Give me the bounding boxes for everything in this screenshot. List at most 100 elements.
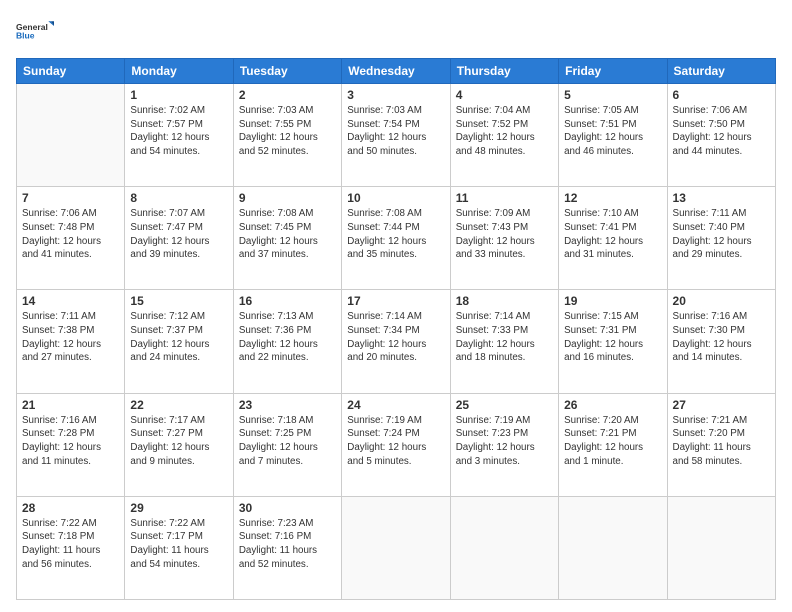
calendar-cell: 24Sunrise: 7:19 AMSunset: 7:24 PMDayligh… (342, 393, 450, 496)
calendar-header-row: SundayMondayTuesdayWednesdayThursdayFrid… (17, 59, 776, 84)
day-number: 14 (22, 294, 119, 308)
day-info: Sunrise: 7:02 AMSunset: 7:57 PMDaylight:… (130, 104, 227, 159)
day-info: Sunrise: 7:08 AMSunset: 7:44 PMDaylight:… (347, 207, 444, 262)
day-number: 8 (130, 191, 227, 205)
day-number: 26 (564, 398, 661, 412)
header-thursday: Thursday (450, 59, 558, 84)
calendar-cell: 29 Sunrise: 7:22 AMSunset: 7:17 PMDayligh… (125, 496, 233, 599)
calendar-cell: 25 Sunrise: 7:19 AMSunset: 7:23 PMDayligh… (450, 393, 558, 496)
header-friday: Friday (559, 59, 667, 84)
day-info: Sunrise: 7:12 AMSunset: 7:37 PMDaylight:… (130, 310, 227, 365)
calendar-cell: 18Sunrise: 7:14 AMSunset: 7:33 PMDayligh… (450, 290, 558, 393)
logo-svg: General Blue (16, 12, 54, 50)
day-info: Sunrise: 7:21 AMSunset: 7:20 PMDaylight:… (673, 414, 770, 469)
day-number: 1 (130, 88, 227, 102)
day-info: Sunrise: 7:08 AMSunset: 7:45 PMDaylight:… (239, 207, 336, 262)
day-info: Sunrise: 7:20 AMSunset: 7:21 PMDaylight:… (564, 414, 661, 469)
header-monday: Monday (125, 59, 233, 84)
day-info: Sunrise: 7:22 AMSunset: 7:17 PMDaylight:… (130, 517, 227, 572)
calendar-cell: 14 Sunrise: 7:11 AMSunset: 7:38 PMDayligh… (17, 290, 125, 393)
day-number: 21 (22, 398, 119, 412)
day-number: 7 (22, 191, 119, 205)
calendar-cell: 12 Sunrise: 7:10 AMSunset: 7:41 PMDayligh… (559, 187, 667, 290)
day-info: Sunrise: 7:10 AMSunset: 7:41 PMDaylight:… (564, 207, 661, 262)
header-wednesday: Wednesday (342, 59, 450, 84)
day-number: 27 (673, 398, 770, 412)
day-info: Sunrise: 7:16 AMSunset: 7:28 PMDaylight:… (22, 414, 119, 469)
day-number: 20 (673, 294, 770, 308)
day-info: Sunrise: 7:17 AMSunset: 7:27 PMDaylight:… (130, 414, 227, 469)
calendar-cell (17, 84, 125, 187)
calendar-cell: 17 Sunrise: 7:14 AMSunset: 7:34 PMDayligh… (342, 290, 450, 393)
calendar-cell: 20 Sunrise: 7:16 AMSunset: 7:30 PMDayligh… (667, 290, 775, 393)
day-info: Sunrise: 7:18 AMSunset: 7:25 PMDaylight:… (239, 414, 336, 469)
calendar-cell: 23 Sunrise: 7:18 AMSunset: 7:25 PMDayligh… (233, 393, 341, 496)
day-number: 5 (564, 88, 661, 102)
day-number: 16 (239, 294, 336, 308)
day-info: Sunrise: 7:06 AMSunset: 7:50 PMDaylight:… (673, 104, 770, 159)
day-number: 9 (239, 191, 336, 205)
calendar-cell (450, 496, 558, 599)
calendar-cell: 26 Sunrise: 7:20 AMSunset: 7:21 PMDayligh… (559, 393, 667, 496)
day-info: Sunrise: 7:04 AMSunset: 7:52 PMDaylight:… (456, 104, 553, 159)
logo: General Blue (16, 12, 54, 50)
day-number: 19 (564, 294, 661, 308)
calendar-cell: 6 Sunrise: 7:06 AMSunset: 7:50 PMDaylight… (667, 84, 775, 187)
day-number: 2 (239, 88, 336, 102)
calendar-cell: 27 Sunrise: 7:21 AMSunset: 7:20 PMDayligh… (667, 393, 775, 496)
calendar-cell: 5 Sunrise: 7:05 AMSunset: 7:51 PMDaylight… (559, 84, 667, 187)
day-number: 17 (347, 294, 444, 308)
calendar-cell: 13 Sunrise: 7:11 AMSunset: 7:40 PMDayligh… (667, 187, 775, 290)
calendar-cell: 2 Sunrise: 7:03 AMSunset: 7:55 PMDaylight… (233, 84, 341, 187)
header-tuesday: Tuesday (233, 59, 341, 84)
day-number: 28 (22, 501, 119, 515)
calendar-cell: 30Sunrise: 7:23 AMSunset: 7:16 PMDayligh… (233, 496, 341, 599)
week-row-1: 1 Sunrise: 7:02 AMSunset: 7:57 PMDaylight… (17, 84, 776, 187)
day-number: 30 (239, 501, 336, 515)
day-number: 18 (456, 294, 553, 308)
day-info: Sunrise: 7:14 AMSunset: 7:34 PMDaylight:… (347, 310, 444, 365)
week-row-3: 14 Sunrise: 7:11 AMSunset: 7:38 PMDayligh… (17, 290, 776, 393)
day-info: Sunrise: 7:07 AMSunset: 7:47 PMDaylight:… (130, 207, 227, 262)
page-header: General Blue (16, 12, 776, 50)
calendar-cell: 1 Sunrise: 7:02 AMSunset: 7:57 PMDaylight… (125, 84, 233, 187)
day-info: Sunrise: 7:03 AMSunset: 7:55 PMDaylight:… (239, 104, 336, 159)
day-number: 12 (564, 191, 661, 205)
calendar-cell: 16 Sunrise: 7:13 AMSunset: 7:36 PMDayligh… (233, 290, 341, 393)
calendar-cell: 19 Sunrise: 7:15 AMSunset: 7:31 PMDayligh… (559, 290, 667, 393)
week-row-2: 7Sunrise: 7:06 AMSunset: 7:48 PMDaylight… (17, 187, 776, 290)
calendar-cell (559, 496, 667, 599)
day-number: 11 (456, 191, 553, 205)
calendar-cell: 15 Sunrise: 7:12 AMSunset: 7:37 PMDayligh… (125, 290, 233, 393)
calendar-table: SundayMondayTuesdayWednesdayThursdayFrid… (16, 58, 776, 600)
day-number: 29 (130, 501, 227, 515)
day-info: Sunrise: 7:13 AMSunset: 7:36 PMDaylight:… (239, 310, 336, 365)
day-number: 23 (239, 398, 336, 412)
calendar-cell: 10Sunrise: 7:08 AMSunset: 7:44 PMDayligh… (342, 187, 450, 290)
day-info: Sunrise: 7:11 AMSunset: 7:38 PMDaylight:… (22, 310, 119, 365)
day-info: Sunrise: 7:09 AMSunset: 7:43 PMDaylight:… (456, 207, 553, 262)
calendar-cell: 11 Sunrise: 7:09 AMSunset: 7:43 PMDayligh… (450, 187, 558, 290)
day-info: Sunrise: 7:15 AMSunset: 7:31 PMDaylight:… (564, 310, 661, 365)
day-info: Sunrise: 7:16 AMSunset: 7:30 PMDaylight:… (673, 310, 770, 365)
calendar-cell: 28 Sunrise: 7:22 AMSunset: 7:18 PMDayligh… (17, 496, 125, 599)
day-number: 25 (456, 398, 553, 412)
calendar-cell: 3Sunrise: 7:03 AMSunset: 7:54 PMDaylight… (342, 84, 450, 187)
calendar-cell: 21 Sunrise: 7:16 AMSunset: 7:28 PMDayligh… (17, 393, 125, 496)
svg-text:Blue: Blue (16, 30, 35, 40)
calendar-cell (667, 496, 775, 599)
week-row-5: 28 Sunrise: 7:22 AMSunset: 7:18 PMDayligh… (17, 496, 776, 599)
day-number: 6 (673, 88, 770, 102)
header-sunday: Sunday (17, 59, 125, 84)
calendar-cell: 22Sunrise: 7:17 AMSunset: 7:27 PMDayligh… (125, 393, 233, 496)
day-info: Sunrise: 7:19 AMSunset: 7:24 PMDaylight:… (347, 414, 444, 469)
day-info: Sunrise: 7:22 AMSunset: 7:18 PMDaylight:… (22, 517, 119, 572)
day-info: Sunrise: 7:11 AMSunset: 7:40 PMDaylight:… (673, 207, 770, 262)
day-info: Sunrise: 7:19 AMSunset: 7:23 PMDaylight:… (456, 414, 553, 469)
calendar-cell: 9 Sunrise: 7:08 AMSunset: 7:45 PMDaylight… (233, 187, 341, 290)
day-number: 13 (673, 191, 770, 205)
day-number: 15 (130, 294, 227, 308)
day-number: 4 (456, 88, 553, 102)
header-saturday: Saturday (667, 59, 775, 84)
day-info: Sunrise: 7:05 AMSunset: 7:51 PMDaylight:… (564, 104, 661, 159)
